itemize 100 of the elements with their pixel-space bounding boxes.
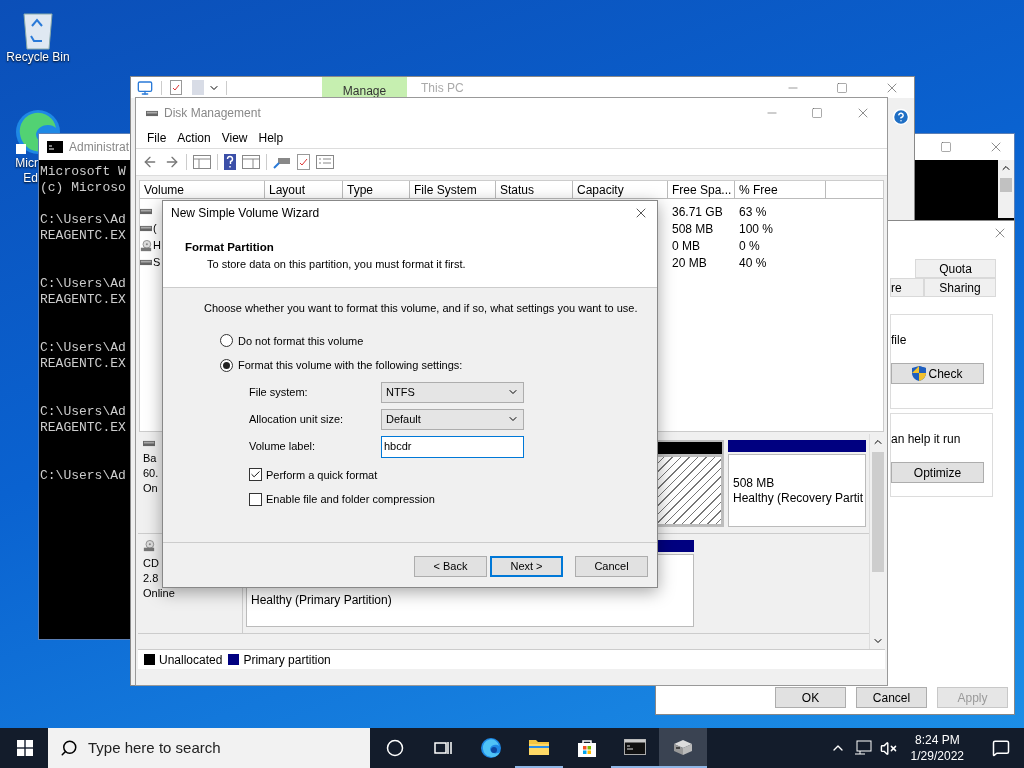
- radio-option[interactable]: Format this volume with the following settings:: [220, 357, 463, 374]
- instruction-text: Choose whether you want to format this volume, and if so, what settings you want to use.: [204, 301, 638, 316]
- table-cell: 20 MB: [672, 255, 707, 270]
- windows-start-icon[interactable]: [17, 740, 33, 756]
- column-header[interactable]: Layout: [265, 181, 343, 199]
- icon-label: Micr: [15, 156, 38, 171]
- dialog-button[interactable]: Cancel: [856, 687, 927, 708]
- table-cell-text: (: [153, 221, 157, 237]
- checkbox[interactable]: [249, 468, 262, 482]
- partition-text: Healthy (Recovery Partit: [733, 490, 864, 506]
- console-line: REAGENTC.EX: [40, 228, 126, 244]
- task-view-icon: [434, 740, 452, 756]
- menu-item[interactable]: File: [142, 129, 172, 147]
- terminal-icon: [47, 141, 63, 153]
- help-icon[interactable]: [224, 154, 236, 170]
- console-line: REAGENTC.EX: [40, 356, 126, 372]
- console-line: C:\Users\Ad: [40, 212, 126, 228]
- tab[interactable]: Quota: [915, 259, 996, 278]
- dropdown[interactable]: NTFS: [381, 381, 524, 403]
- console-line: REAGENTC.EX: [40, 420, 126, 436]
- console-line: C:\Users\Ad: [40, 468, 126, 484]
- muted-speaker-icon[interactable]: [879, 739, 897, 757]
- disk-info-text: Ba: [143, 451, 157, 466]
- panel-icon[interactable]: [242, 155, 260, 169]
- radio-option[interactable]: Do not format this volume: [220, 332, 364, 349]
- wizard-button[interactable]: Next >: [490, 556, 563, 577]
- console-line: C:\Users\Ad: [40, 340, 126, 356]
- panel-icon[interactable]: [193, 155, 211, 169]
- drive-icon: [140, 225, 152, 232]
- column-header[interactable]: File System: [410, 181, 496, 199]
- table-cell-text: S: [153, 255, 161, 271]
- checkbox[interactable]: [249, 492, 262, 506]
- column-header[interactable]: Free Spa...: [668, 181, 735, 199]
- maximize-button[interactable]: [836, 81, 848, 94]
- clock[interactable]: 8:24 PM 1/29/2022: [904, 732, 970, 764]
- connect-icon[interactable]: [273, 155, 291, 169]
- checkbox-option[interactable]: Perform a quick format: [249, 466, 378, 483]
- checkbox-option[interactable]: Enable file and folder compression: [249, 491, 435, 508]
- properties-icon[interactable]: [170, 80, 182, 95]
- network-icon[interactable]: [853, 740, 872, 756]
- dialog-button[interactable]: OK: [775, 687, 846, 708]
- column-header[interactable]: Type: [343, 181, 410, 199]
- cd-drive-icon: [143, 540, 155, 552]
- wizard-button[interactable]: Cancel: [575, 556, 648, 577]
- disk-info-text: CD: [143, 556, 159, 571]
- back-icon[interactable]: [142, 154, 158, 170]
- window-title: Disk Management: [164, 105, 261, 122]
- drive-icon: [140, 208, 152, 215]
- table-cell: 36.71 GB: [672, 204, 723, 219]
- column-header[interactable]: Status: [496, 181, 573, 199]
- partition-text: Healthy (Primary Partition): [251, 593, 392, 608]
- legend-label: Primary partition: [243, 651, 331, 669]
- radio-button[interactable]: [220, 358, 233, 372]
- column-header[interactable]: Volume: [140, 181, 265, 199]
- column-header[interactable]: % Free: [735, 181, 826, 199]
- icon-label: Recycle Bin: [6, 50, 70, 65]
- monitor-icon[interactable]: [137, 79, 153, 96]
- disk-info-text: 60.: [143, 466, 159, 481]
- checklist-icon[interactable]: [297, 154, 310, 170]
- drive-icon: [146, 109, 158, 117]
- shopping-bag-icon: [577, 738, 597, 758]
- help-icon[interactable]: [892, 108, 910, 126]
- disk-info-text: Online: [143, 586, 175, 601]
- dropdown[interactable]: Default: [381, 408, 524, 430]
- radio-button[interactable]: [220, 334, 233, 348]
- wizard-button[interactable]: < Back: [414, 556, 487, 577]
- action-button[interactable]: Optimize: [891, 462, 984, 483]
- field-label: Volume label:: [249, 439, 317, 455]
- action-button[interactable]: Check: [891, 363, 984, 384]
- input-field[interactable]: hbcdr: [381, 435, 524, 458]
- wizard-heading: Format Partition: [185, 240, 274, 255]
- table-cell-text: H: [153, 238, 161, 254]
- search-field[interactable]: Type here to search: [48, 728, 370, 768]
- maximize-button[interactable]: [940, 141, 952, 153]
- menu-item[interactable]: Action: [172, 129, 216, 147]
- scrollbar-thumb[interactable]: [871, 452, 884, 572]
- column-header[interactable]: Capacity: [573, 181, 668, 199]
- table-cell: 100 %: [739, 221, 774, 236]
- description-text: file: [891, 332, 907, 349]
- icon-label: Ed: [23, 171, 38, 186]
- menu-item[interactable]: View: [216, 129, 253, 147]
- console-line: REAGENTC.EX: [40, 292, 126, 308]
- table-cell: 508 MB: [672, 221, 714, 236]
- notifications-icon[interactable]: [992, 739, 1010, 757]
- ribbon-tab[interactable]: Manage: [322, 77, 407, 98]
- maximize-button[interactable]: [811, 107, 823, 119]
- table-cell: 63 %: [739, 204, 767, 219]
- tab[interactable]: Sharing: [924, 278, 996, 297]
- forward-icon[interactable]: [164, 154, 180, 170]
- cd-drive-icon: [140, 239, 152, 252]
- window-title: New Simple Volume Wizard: [171, 205, 320, 222]
- field-label: Allocation unit size:: [249, 411, 345, 427]
- taskbar-app[interactable]: [659, 728, 707, 768]
- tab[interactable]: re: [890, 278, 924, 297]
- scrollbar-thumb[interactable]: [1000, 178, 1012, 192]
- list-icon[interactable]: [316, 155, 334, 169]
- menu-item[interactable]: Help: [253, 129, 289, 147]
- search-icon: [60, 739, 78, 757]
- table-cell: 0 MB: [672, 238, 700, 253]
- window-title: This PC: [421, 79, 464, 97]
